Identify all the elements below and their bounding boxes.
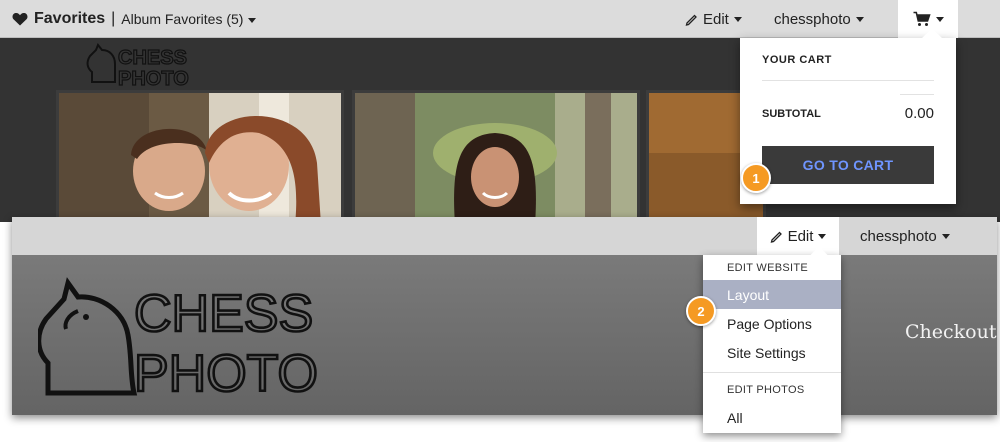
cart-dropdown: YOUR CART SUBTOTAL 0.00 GO TO CART <box>740 28 956 204</box>
edit-dropdown-menu: EDIT WEBSITE Layout Page Options Site Se… <box>703 246 841 433</box>
edit-button[interactable]: Edit <box>757 217 839 255</box>
subtotal-value: 0.00 <box>904 105 934 122</box>
divider <box>762 80 934 81</box>
caret-down-icon <box>941 233 950 239</box>
user-menu-label: chessphoto <box>774 10 851 28</box>
logo-text-photo: PHOTO <box>118 68 189 88</box>
album-select-label: Album Favorites (5) <box>121 11 244 27</box>
couple-photo-image <box>59 93 341 219</box>
shopping-cart-icon <box>913 11 931 26</box>
caret-down-icon <box>855 16 864 22</box>
pencil-icon <box>770 231 782 243</box>
chess-photo-logo: CHESS PHOTO <box>86 43 189 88</box>
logo-text-chess: CHESS <box>118 47 187 69</box>
user-menu-button[interactable]: chessphoto <box>774 0 864 38</box>
edit-button-label: Edit <box>787 227 814 245</box>
step-badge-1: 1 <box>741 163 771 193</box>
divider <box>900 94 934 95</box>
menu-section-edit-website: EDIT WEBSITE <box>727 262 809 274</box>
step-badge-2: 2 <box>686 296 716 326</box>
album-favorites-select[interactable]: Album Favorites (5) <box>121 11 257 27</box>
caret-down-icon <box>733 16 742 22</box>
pencil-icon <box>685 14 697 26</box>
logo-text-photo: PHOTO <box>134 345 318 401</box>
cart-title: YOUR CART <box>762 54 832 66</box>
favorites-heading: Favorites | Album Favorites (5) <box>12 0 257 38</box>
menu-section-edit-photos: EDIT PHOTOS <box>727 384 805 396</box>
checkout-link[interactable]: Checkout <box>905 321 996 343</box>
caret-down-icon <box>818 233 827 239</box>
favorites-title: Favorites <box>34 10 106 27</box>
user-menu-button[interactable]: chessphoto <box>860 217 950 255</box>
heart-icon <box>12 12 28 26</box>
caret-down-icon <box>248 17 257 23</box>
go-to-cart-button[interactable]: GO TO CART <box>762 146 934 184</box>
menu-item-site-settings[interactable]: Site Settings <box>703 338 841 367</box>
caret-down-icon <box>935 16 944 22</box>
editor-toolbar: Edit chessphoto <box>12 217 997 255</box>
edit-button[interactable]: Edit <box>685 0 742 38</box>
subtotal-label: SUBTOTAL <box>762 108 821 120</box>
chess-photo-logo: CHESS PHOTO <box>38 277 319 401</box>
gallery-photo[interactable] <box>56 90 344 222</box>
edit-button-label: Edit <box>703 10 729 28</box>
website-editor-screenshot: Edit chessphoto CHESS PHOTO Checkout <box>12 217 997 415</box>
woman-photo-image <box>355 93 637 219</box>
divider <box>703 372 841 373</box>
top-toolbar: Favorites | Album Favorites (5) Edit che… <box>0 0 1000 38</box>
menu-item-layout[interactable]: Layout <box>703 280 841 309</box>
title-separator: | <box>111 10 116 27</box>
menu-item-all[interactable]: All <box>703 403 841 432</box>
logo-text-chess: CHESS <box>134 285 313 343</box>
gallery-photo[interactable] <box>352 90 640 222</box>
user-menu-label: chessphoto <box>860 227 937 245</box>
menu-item-page-options[interactable]: Page Options <box>703 309 841 338</box>
